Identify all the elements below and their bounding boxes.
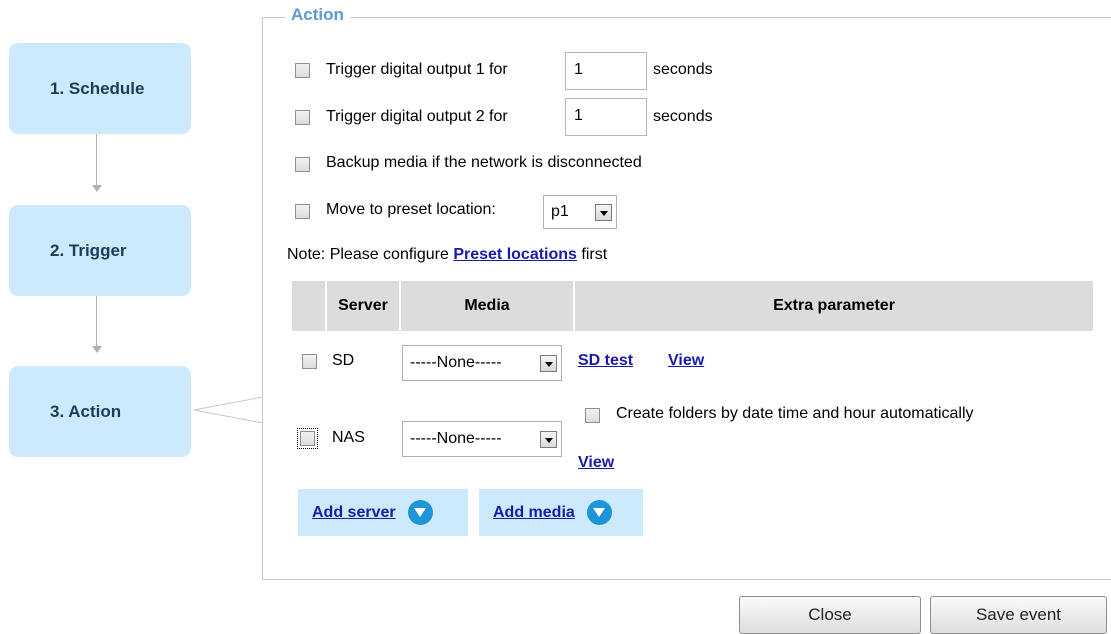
step-action-label: 3. Action bbox=[50, 401, 122, 421]
note-prefix: Note: Please configure bbox=[287, 246, 454, 263]
step-action[interactable]: 3. Action bbox=[9, 366, 191, 457]
do1-unit: seconds bbox=[653, 61, 713, 78]
backup-label: Backup media if the network is disconnec… bbox=[326, 154, 642, 171]
add-server-button[interactable]: Add server bbox=[298, 489, 468, 536]
create-folders-label: Create folders by date time and hour aut… bbox=[616, 405, 974, 422]
preset-locations-link[interactable]: Preset locations bbox=[453, 246, 577, 263]
do2-unit: seconds bbox=[653, 108, 713, 125]
chevron-down-icon bbox=[595, 204, 612, 221]
preset-label: Move to preset location: bbox=[326, 201, 496, 218]
preset-note: Note: Please configure Preset locations … bbox=[287, 246, 607, 264]
sd-test-link[interactable]: SD test bbox=[578, 352, 633, 370]
chevron-down-icon bbox=[540, 355, 557, 372]
add-media-button[interactable]: Add media bbox=[479, 489, 643, 536]
flow-connector bbox=[96, 296, 97, 349]
close-button[interactable]: Close bbox=[739, 596, 921, 634]
preset-location-select[interactable]: p1 bbox=[543, 195, 617, 229]
step-schedule-label: 1. Schedule bbox=[50, 78, 145, 98]
sd-media-select[interactable]: -----None----- bbox=[402, 345, 562, 381]
flow-arrow-icon bbox=[92, 346, 102, 353]
nas-view-link[interactable]: View bbox=[578, 454, 614, 472]
sd-view-link[interactable]: View bbox=[668, 352, 704, 370]
do1-label: Trigger digital output 1 for bbox=[326, 61, 508, 78]
sd-server-name: SD bbox=[332, 352, 355, 369]
active-step-pointer bbox=[193, 396, 264, 424]
step-trigger-label: 2. Trigger bbox=[50, 240, 127, 260]
do2-label: Trigger digital output 2 for bbox=[326, 108, 508, 125]
do2-duration-input[interactable]: 1 bbox=[565, 98, 647, 136]
step-trigger[interactable]: 2. Trigger bbox=[9, 205, 191, 296]
sd-media-value: -----None----- bbox=[410, 354, 502, 371]
extra-parameter-column-header: Extra parameter bbox=[773, 297, 895, 314]
nas-media-select[interactable]: -----None----- bbox=[402, 421, 562, 457]
do1-checkbox[interactable] bbox=[295, 63, 310, 78]
note-suffix: first bbox=[576, 246, 608, 263]
chevron-down-icon bbox=[540, 431, 557, 448]
table-header-cell bbox=[292, 281, 325, 331]
chevron-down-circle-icon bbox=[586, 500, 612, 525]
nas-server-name: NAS bbox=[332, 429, 365, 446]
step-schedule[interactable]: 1. Schedule bbox=[9, 43, 191, 134]
action-legend: Action bbox=[285, 5, 350, 25]
flow-connector bbox=[96, 134, 97, 188]
preset-location-value: p1 bbox=[551, 203, 569, 220]
add-server-label: Add server bbox=[312, 503, 396, 521]
do1-duration-input[interactable]: 1 bbox=[565, 52, 647, 90]
server-column-header: Server bbox=[338, 297, 388, 314]
preset-checkbox[interactable] bbox=[295, 204, 310, 219]
chevron-down-circle-icon bbox=[407, 500, 433, 525]
nas-server-checkbox[interactable] bbox=[297, 428, 318, 449]
nas-media-value: -----None----- bbox=[410, 430, 502, 447]
save-event-button[interactable]: Save event bbox=[930, 596, 1107, 634]
media-column-header: Media bbox=[464, 297, 510, 314]
sd-server-checkbox[interactable] bbox=[302, 354, 317, 369]
backup-checkbox[interactable] bbox=[295, 157, 310, 172]
flow-arrow-icon bbox=[92, 185, 102, 192]
do2-checkbox[interactable] bbox=[295, 110, 310, 125]
add-media-label: Add media bbox=[493, 503, 575, 521]
create-folders-checkbox[interactable] bbox=[585, 408, 600, 423]
